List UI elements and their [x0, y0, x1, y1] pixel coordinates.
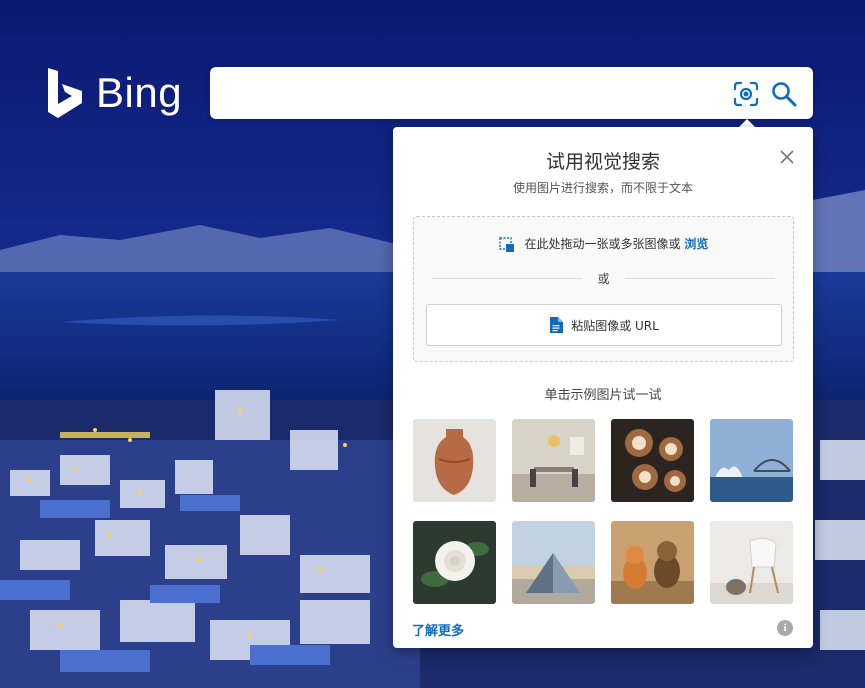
or-text: 或: [597, 272, 610, 286]
sample-image-rose[interactable]: [413, 521, 496, 604]
sample-image-dining-room[interactable]: [512, 419, 595, 502]
sample-image-chair[interactable]: [710, 521, 793, 604]
drop-instruction: 在此处拖动一张或多张图像或 浏览: [414, 235, 793, 253]
close-button[interactable]: [777, 147, 797, 167]
bing-wordmark: Bing: [96, 69, 183, 116]
search-box: [210, 67, 813, 119]
sample-image-louvre-pyramid[interactable]: [512, 521, 595, 604]
close-icon: [780, 150, 794, 164]
camera-scan-icon: [733, 81, 759, 107]
samples-label: 单击示例图片试一试: [544, 388, 662, 403]
bing-logo-icon: [48, 68, 82, 118]
magnifier-icon: [772, 82, 797, 107]
sample-image-vase[interactable]: [413, 419, 496, 502]
search-button[interactable]: [770, 80, 798, 108]
sample-image-opera-house[interactable]: [710, 419, 793, 502]
browse-link[interactable]: 浏览: [684, 237, 708, 251]
image-drop-zone[interactable]: 在此处拖动一张或多张图像或 浏览 或 粘贴图像或 URL: [413, 216, 794, 362]
visual-search-button[interactable]: [732, 80, 760, 108]
sample-image-latte-art[interactable]: [611, 419, 694, 502]
bing-logo[interactable]: Bing: [46, 66, 182, 120]
or-divider: 或: [432, 270, 775, 286]
popup-title: 试用视觉搜索: [545, 151, 660, 173]
popup-subtitle: 使用图片进行搜索，而不限于文本: [512, 181, 693, 195]
drop-text: 在此处拖动一张或多张图像或: [524, 237, 681, 251]
sample-image-dogs[interactable]: [611, 521, 694, 604]
info-icon[interactable]: i: [777, 620, 793, 636]
paste-image-url-button[interactable]: 粘贴图像或 URL: [426, 304, 782, 346]
drag-image-icon: [498, 236, 514, 252]
search-input[interactable]: [224, 77, 728, 111]
paste-label: 粘贴图像或 URL: [571, 318, 659, 333]
learn-more-link[interactable]: 了解更多: [412, 620, 464, 639]
visual-search-popup: 试用视觉搜索 使用图片进行搜索，而不限于文本 在此处拖动一张或多张图像或 浏览 …: [393, 127, 813, 648]
document-icon: [550, 317, 564, 333]
